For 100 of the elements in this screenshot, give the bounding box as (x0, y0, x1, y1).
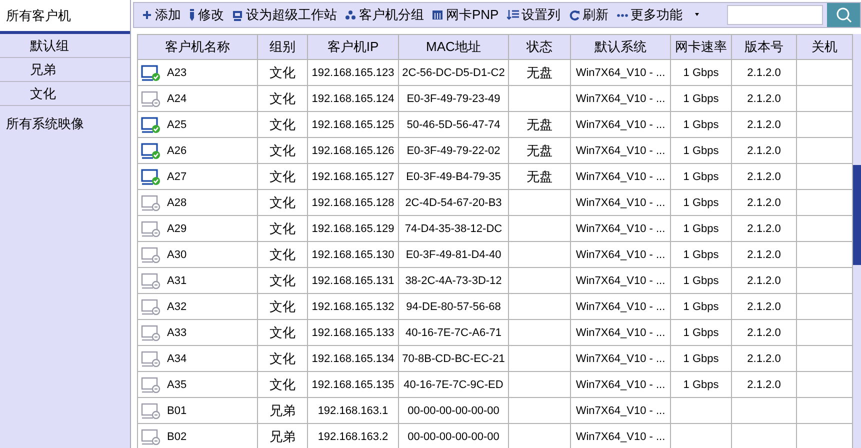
dots-icon (345, 10, 356, 20)
table-cell: 192.168.165.129 (308, 216, 398, 242)
table-cell: 1 Gbps (670, 268, 732, 294)
table-cell: E0-3F-49-79-23-49 (398, 86, 508, 112)
toolbar-button[interactable]: 添加 (138, 4, 185, 26)
table-cell: 192.168.165.125 (308, 112, 398, 138)
table-cell: 1 Gbps (670, 60, 732, 86)
column-header[interactable]: MAC地址 (398, 34, 508, 60)
table-cell: 2.1.2.0 (732, 268, 796, 294)
table-cell: E0-3F-49-79-22-02 (398, 138, 508, 164)
table-cell: 192.168.165.132 (308, 294, 398, 320)
table-cell: 2.1.2.0 (732, 60, 796, 86)
table-cell: 192.168.165.135 (308, 372, 398, 398)
table-cell: Win7X64_V10 - ... (570, 164, 670, 190)
table-cell: 192.168.165.126 (308, 138, 398, 164)
table-cell: Win7X64_V10 - ... (570, 268, 670, 294)
table-cell: 1 Gbps (670, 112, 732, 138)
table-cell: Win7X64_V10 - ... (570, 138, 670, 164)
table-cell: 文化 (258, 372, 308, 398)
column-header[interactable]: 关机 (796, 34, 852, 60)
table-cell: 文化 (258, 268, 308, 294)
table-cell: Win7X64_V10 - ... (570, 372, 670, 398)
table-cell: Win7X64_V10 - ... (570, 190, 670, 216)
table-cell: 无盘 (508, 164, 570, 190)
table-cell: A34 (167, 352, 187, 364)
toolbar-button[interactable]: 更多功能 (612, 4, 706, 26)
table-cell: 文化 (258, 86, 308, 112)
table-cell: 2.1.2.0 (732, 190, 796, 216)
table-cell: B02 (167, 430, 187, 442)
table-cell: 2.1.2.0 (732, 372, 796, 398)
scrollbar-thumb[interactable] (853, 165, 861, 265)
table-cell: 文化 (258, 320, 308, 346)
table-cell: 1 Gbps (670, 190, 732, 216)
table-cell: 文化 (258, 60, 308, 86)
table-cell: A25 (167, 118, 187, 130)
table-cell: 1 Gbps (670, 372, 732, 398)
sidebar-item[interactable]: 所有客户机 (0, 0, 130, 34)
table-cell: 2.1.2.0 (732, 138, 796, 164)
table-cell: B01 (167, 404, 187, 416)
table-cell: 70-8B-CD-BC-EC-21 (398, 346, 508, 372)
table-cell: A30 (167, 248, 187, 260)
scrollbar[interactable] (853, 34, 861, 448)
table-cell: 无盘 (508, 138, 570, 164)
table-cell: Win7X64_V10 - ... (570, 86, 670, 112)
table-cell: 2.1.2.0 (732, 86, 796, 112)
table-cell: 192.168.165.130 (308, 242, 398, 268)
table-cell: 1 Gbps (670, 294, 732, 320)
table-cell: E0-3F-49-81-D4-40 (398, 242, 508, 268)
column-header[interactable]: 网卡速率 (670, 34, 732, 60)
table-cell: A24 (167, 92, 187, 104)
table-cell: 192.168.165.131 (308, 268, 398, 294)
table-cell: 192.168.165.127 (308, 164, 398, 190)
column-header[interactable]: 版本号 (732, 34, 796, 60)
table-cell: 1 Gbps (670, 242, 732, 268)
table-cell: 00-00-00-00-00-00 (398, 398, 508, 424)
table-cell: 2.1.2.0 (732, 242, 796, 268)
table-cell: 74-D4-35-38-12-DC (398, 216, 508, 242)
refresh-icon (568, 10, 580, 20)
toolbar-button[interactable]: 客户机分组 (341, 4, 428, 26)
toolbar-button[interactable]: 网卡PNP (428, 4, 503, 26)
table-cell: 文化 (258, 346, 308, 372)
table-cell: 2.1.2.0 (732, 320, 796, 346)
table-cell: 2.1.2.0 (732, 294, 796, 320)
toolbar-button[interactable]: 修改 (185, 4, 228, 26)
ellipsis-icon (616, 14, 628, 16)
table-cell: 文化 (258, 216, 308, 242)
table-cell: Win7X64_V10 - ... (570, 242, 670, 268)
table-cell: Win7X64_V10 - ... (570, 112, 670, 138)
table-cell: Win7X64_V10 - ... (570, 346, 670, 372)
toolbar-button[interactable]: 刷新 (564, 4, 613, 26)
table-cell: 2.1.2.0 (732, 216, 796, 242)
table-cell: 2.1.2.0 (732, 346, 796, 372)
column-header[interactable]: 客户机IP (308, 34, 398, 60)
table-cell: 1 Gbps (670, 320, 732, 346)
column-header[interactable]: 默认系统 (570, 34, 670, 60)
column-header[interactable]: 状态 (508, 34, 570, 60)
table-cell: 无盘 (508, 112, 570, 138)
table-cell: A28 (167, 196, 187, 208)
table-cell: 文化 (258, 138, 308, 164)
table-cell: 38-2C-4A-73-3D-12 (398, 268, 508, 294)
table-cell: E0-3F-49-B4-79-35 (398, 164, 508, 190)
network-card-icon (432, 10, 443, 20)
table-cell: 192.168.165.128 (308, 190, 398, 216)
table-cell: 1 Gbps (670, 216, 732, 242)
column-header[interactable]: 客户机名称 (138, 34, 258, 60)
table-cell: 文化 (258, 190, 308, 216)
table-cell: A33 (167, 326, 187, 338)
table-cell: 2C-4D-54-67-20-B3 (398, 190, 508, 216)
toolbar-button[interactable]: 设置列 (502, 4, 565, 26)
pen-icon (189, 9, 195, 21)
table-cell: 1 Gbps (670, 346, 732, 372)
table-cell: 1 Gbps (670, 138, 732, 164)
table-cell: Win7X64_V10 - ... (570, 216, 670, 242)
table-cell: 2C-56-DC-D5-D1-C2 (398, 60, 508, 86)
search-field[interactable] (727, 5, 823, 25)
column-header[interactable]: 组别 (258, 34, 308, 60)
toolbar-button[interactable]: 设为超级工作站 (228, 4, 341, 26)
table-cell: 192.168.163.1 (308, 398, 398, 424)
search-button[interactable] (827, 3, 860, 27)
table-cell: A32 (167, 300, 187, 312)
